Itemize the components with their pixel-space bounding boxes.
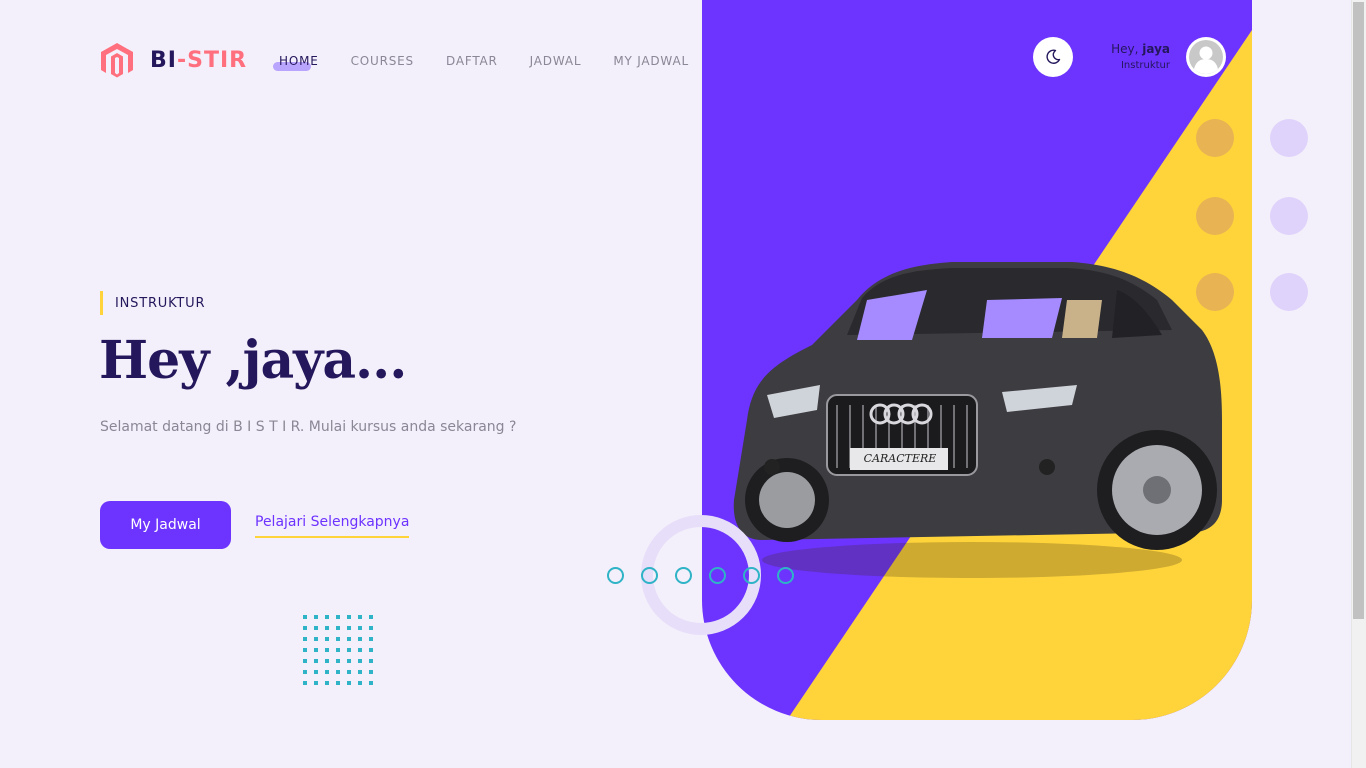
deco-dot-grid <box>303 615 373 685</box>
user-greeting-prefix: Hey, <box>1111 42 1139 56</box>
hero-image-panel: CARACTERE <box>702 0 1252 720</box>
nav-item-my-jadwal[interactable]: MY JADWAL <box>613 54 689 68</box>
user-greeting: Hey, jaya <box>1090 42 1170 56</box>
user-name: jaya <box>1142 42 1170 56</box>
carousel-dot[interactable] <box>641 567 658 584</box>
avatar-icon <box>1189 40 1223 74</box>
learn-more-link[interactable]: Pelajari Selengkapnya <box>255 514 410 538</box>
deco-circle <box>1196 197 1234 235</box>
carousel-dot[interactable] <box>743 567 760 584</box>
scrollbar-thumb[interactable] <box>1353 2 1364 619</box>
page: CARACTERE BI-STIR HOME COURSES DAFTAR JA… <box>0 0 1366 768</box>
deco-circle <box>1270 197 1308 235</box>
nav-item-jadwal[interactable]: JADWAL <box>530 54 582 68</box>
avatar[interactable] <box>1186 37 1226 77</box>
deco-circle <box>1196 119 1234 157</box>
hero-title: Hey ,jaya... <box>99 330 407 391</box>
theme-toggle-button[interactable] <box>1033 37 1073 77</box>
hero-tagline: INSTRUKTUR <box>100 291 205 315</box>
car-plate-text: CARACTERE <box>863 452 937 465</box>
car-illustration <box>733 262 1222 550</box>
moon-icon <box>1046 49 1061 64</box>
hero-illustration <box>733 30 1252 720</box>
carousel-dot[interactable] <box>777 567 794 584</box>
carousel-dots <box>607 567 811 584</box>
carousel-dot[interactable] <box>607 567 624 584</box>
user-role: Instruktur <box>1120 60 1170 71</box>
main-nav: HOME COURSES DAFTAR JADWAL MY JADWAL <box>273 54 721 71</box>
deco-circle <box>1270 119 1308 157</box>
brand-name-part1: BI <box>150 47 177 73</box>
user-info: Hey, jaya Instruktur <box>1090 42 1170 71</box>
deco-circle <box>1196 273 1234 311</box>
deco-circle <box>1270 273 1308 311</box>
brand-name: BI-STIR <box>150 48 247 73</box>
brand-name-part2: -STIR <box>176 47 248 73</box>
page-scrollbar[interactable] <box>1351 0 1366 768</box>
carousel-dot[interactable] <box>675 567 692 584</box>
brand-logo[interactable]: BI-STIR <box>100 42 247 78</box>
nav-item-courses[interactable]: COURSES <box>351 54 414 68</box>
hero-tagline-text: INSTRUKTUR <box>115 295 206 311</box>
nav-item-home[interactable]: HOME <box>273 54 319 71</box>
my-jadwal-button[interactable]: My Jadwal <box>100 501 231 549</box>
carousel-dot[interactable] <box>709 567 726 584</box>
hero-subtitle: Selamat datang di B I S T I R. Mulai kur… <box>100 419 517 435</box>
logo-icon <box>101 43 133 78</box>
nav-item-daftar[interactable]: DAFTAR <box>446 54 498 68</box>
